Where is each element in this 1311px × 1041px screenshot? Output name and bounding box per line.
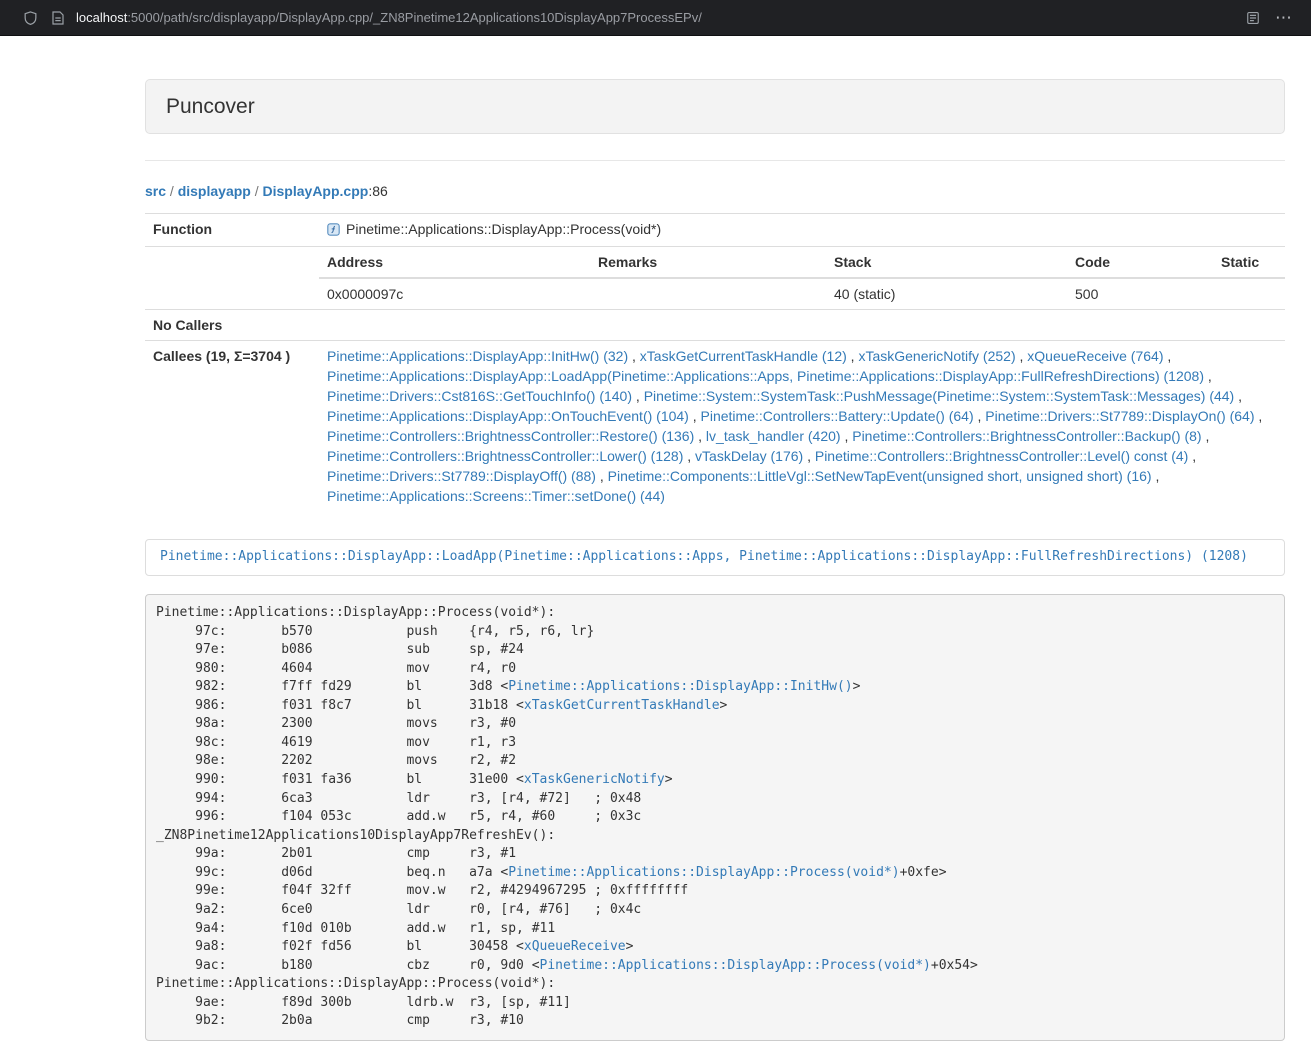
function-symbol-icon <box>327 221 340 241</box>
function-row: Function Pinetime::Applications::Display… <box>145 214 1285 247</box>
callee-link[interactable]: Pinetime::Applications::Screens::Timer::… <box>327 488 665 504</box>
stats-cell: Address Remarks Stack Code Static 0x0000… <box>319 247 1285 310</box>
no-callers-cell <box>319 310 1285 341</box>
callees-value: Pinetime::Applications::DisplayApp::Init… <box>319 341 1285 512</box>
disasm-symbol-link[interactable]: xTaskGenericNotify <box>524 772 665 787</box>
no-callers-label: No Callers <box>145 310 319 341</box>
callee-link[interactable]: Pinetime::Applications::DisplayApp::Init… <box>327 348 628 364</box>
callee-link[interactable]: Pinetime::Controllers::BrightnessControl… <box>815 448 1188 464</box>
callee-link[interactable]: xQueueReceive (764) <box>1027 348 1163 364</box>
stats-row: Address Remarks Stack Code Static 0x0000… <box>145 247 1285 310</box>
url-path: :5000/path/src/displayapp/DisplayApp.cpp… <box>127 10 702 25</box>
highlighted-symbol-link[interactable]: Pinetime::Applications::DisplayApp::Load… <box>160 549 1248 564</box>
stats-value-stack: 40 (static) <box>826 278 1067 309</box>
page-container: Puncover src / displayapp / DisplayApp.c… <box>145 79 1285 1041</box>
function-name: Pinetime::Applications::DisplayApp::Proc… <box>346 221 661 237</box>
disasm-symbol-link[interactable]: xTaskGetCurrentTaskHandle <box>524 698 720 713</box>
header-divider <box>145 160 1285 161</box>
disassembly-code: Pinetime::Applications::DisplayApp::Proc… <box>145 594 1285 1041</box>
breadcrumb-link-src[interactable]: src <box>145 183 166 199</box>
callee-link[interactable]: Pinetime::Components::LittleVgl::SetNewT… <box>608 468 1152 484</box>
disasm-symbol-link[interactable]: Pinetime::Applications::DisplayApp::Proc… <box>540 958 931 973</box>
callee-link[interactable]: Pinetime::Applications::DisplayApp::Load… <box>327 368 1204 384</box>
callee-link[interactable]: Pinetime::Drivers::Cst816S::GetTouchInfo… <box>327 388 632 404</box>
disasm-symbol-link[interactable]: xQueueReceive <box>524 939 626 954</box>
symbol-detail-table: Function Pinetime::Applications::Display… <box>145 213 1285 511</box>
stats-value-remarks <box>590 278 826 309</box>
stats-header-remarks: Remarks <box>590 247 826 278</box>
url-host: localhost <box>76 10 127 25</box>
callee-link[interactable]: xTaskGetCurrentTaskHandle (12) <box>640 348 847 364</box>
page-info-icon[interactable] <box>44 4 72 32</box>
reader-mode-icon[interactable] <box>1239 4 1267 32</box>
callee-link[interactable]: Pinetime::Applications::DisplayApp::OnTo… <box>327 408 689 424</box>
callee-link[interactable]: Pinetime::System::SystemTask::PushMessag… <box>644 388 1235 404</box>
callee-link[interactable]: Pinetime::Controllers::BrightnessControl… <box>327 448 683 464</box>
breadcrumb-link-displayapp[interactable]: displayapp <box>178 183 251 199</box>
page-title: Puncover <box>166 95 1264 118</box>
overflow-menu-icon[interactable]: ⋯ <box>1267 4 1301 32</box>
stats-header-address: Address <box>319 247 590 278</box>
callee-link[interactable]: Pinetime::Controllers::Battery::Update()… <box>701 408 974 424</box>
callee-link[interactable]: vTaskDelay (176) <box>695 448 803 464</box>
function-name-cell: Pinetime::Applications::DisplayApp::Proc… <box>319 214 1285 247</box>
shield-icon[interactable] <box>16 4 44 32</box>
stats-header-row: Address Remarks Stack Code Static <box>319 247 1285 278</box>
url-bar[interactable]: localhost:5000/path/src/displayapp/Displ… <box>76 10 1239 25</box>
breadcrumb: src / displayapp / DisplayApp.cpp:86 <box>145 181 1285 201</box>
app-header-panel: Puncover <box>145 79 1285 134</box>
breadcrumb-separator: / <box>166 183 178 199</box>
stats-header-static: Static <box>1213 247 1285 278</box>
disasm-symbol-link[interactable]: Pinetime::Applications::DisplayApp::Init… <box>508 679 852 694</box>
callees-row: Callees (19, Σ=3704 ) Pinetime::Applicat… <box>145 341 1285 512</box>
disasm-symbol-link[interactable]: Pinetime::Applications::DisplayApp::Proc… <box>508 865 899 880</box>
callee-link[interactable]: Pinetime::Drivers::St7789::DisplayOn() (… <box>985 408 1254 424</box>
no-callers-row: No Callers <box>145 310 1285 341</box>
stats-table: Address Remarks Stack Code Static 0x0000… <box>319 247 1285 309</box>
breadcrumb-line-number: :86 <box>368 183 387 199</box>
stats-header-code: Code <box>1067 247 1213 278</box>
browser-toolbar: localhost:5000/path/src/displayapp/Displ… <box>0 0 1311 36</box>
stats-header-stack: Stack <box>826 247 1067 278</box>
breadcrumb-separator: / <box>251 183 263 199</box>
callees-label: Callees (19, Σ=3704 ) <box>145 341 319 512</box>
breadcrumb-link-file[interactable]: DisplayApp.cpp <box>263 183 369 199</box>
highlighted-symbol-panel: Pinetime::Applications::DisplayApp::Load… <box>145 539 1285 576</box>
callee-link[interactable]: Pinetime::Drivers::St7789::DisplayOff() … <box>327 468 596 484</box>
stats-value-address: 0x0000097c <box>319 278 590 309</box>
stats-row-label <box>145 247 319 310</box>
stats-value-code: 500 <box>1067 278 1213 309</box>
stats-value-row: 0x0000097c 40 (static) 500 <box>319 278 1285 309</box>
callee-link[interactable]: Pinetime::Controllers::BrightnessControl… <box>852 428 1201 444</box>
callee-link[interactable]: Pinetime::Controllers::BrightnessControl… <box>327 428 694 444</box>
function-row-label: Function <box>145 214 319 247</box>
callee-link[interactable]: xTaskGenericNotify (252) <box>858 348 1015 364</box>
callee-link[interactable]: lv_task_handler (420) <box>706 428 841 444</box>
stats-value-static <box>1213 278 1285 309</box>
